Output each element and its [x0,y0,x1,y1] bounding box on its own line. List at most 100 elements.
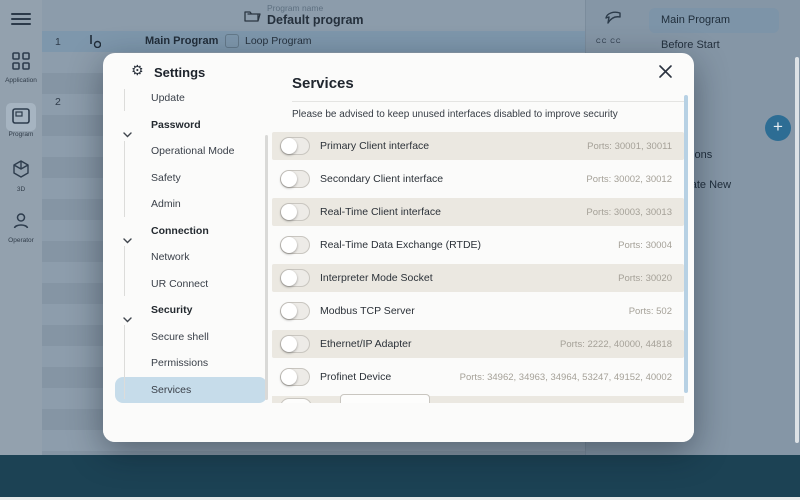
settings-nav-update[interactable]: Update [115,85,267,111]
service-name: Secondary Client interface [320,173,443,185]
nav-guide-line [124,141,125,217]
settings-nav-admin[interactable]: Admin [115,191,267,217]
cc-column-label: CC CC [596,38,622,45]
service-ports: Ports: 2222, 40000, 44818 [560,339,672,350]
services-list: Primary Client interface Ports: 30001, 30… [272,132,684,396]
settings-title: Settings [154,65,205,80]
settings-nav-network[interactable]: Network [115,244,267,270]
settings-nav-label: Network [151,244,190,270]
service-name: Real-Time Client interface [320,206,441,218]
toggle-switch[interactable] [280,368,310,386]
service-row: Interpreter Mode Socket Ports: 30020 [272,264,684,292]
nav-scrollbar[interactable] [265,135,268,400]
settings-nav-connection[interactable]: Connection [115,218,267,244]
service-name: Interpreter Mode Socket [320,272,433,284]
settings-nav-services[interactable]: Services [115,377,267,403]
services-page-title: Services [292,75,354,92]
service-row: Secondary Client interface Ports: 30002, … [272,165,684,193]
row-number: 2 [55,96,61,108]
settings-nav-password[interactable]: Password [115,112,267,138]
settings-nav-secure-shell[interactable]: Secure shell [115,324,267,350]
panel-scrollbar[interactable] [795,57,799,443]
service-ports: Ports: 34962, 34963, 34964, 53247, 49152… [460,372,672,383]
settings-nav-label: Admin [151,191,181,217]
settings-modal: ⚙ Settings UpdatePasswordOperational Mod… [103,53,694,442]
sidebar-item-label: Operator [0,237,42,244]
sidebar-item-label: Application [0,77,42,84]
settings-nav-safety[interactable]: Safety [115,165,267,191]
toggle-switch[interactable] [280,170,310,188]
service-name: Profinet Device [320,371,391,383]
sidebar-item-operator[interactable]: Operator [0,212,42,244]
pointer-icon [604,11,622,31]
service-ports: Ports: 30004 [618,240,672,251]
nav-guide-line [124,246,125,296]
settings-nav-ur-connect[interactable]: UR Connect [115,271,267,297]
settings-nav-label: Permissions [151,350,208,376]
loop-program-label: Loop Program [245,35,312,47]
program-name-label: Program name [267,3,364,13]
service-ports: Ports: 30002, 30012 [586,174,672,185]
before-start-item[interactable]: Before Start [661,39,720,51]
service-ports: Ports: 30020 [618,273,672,284]
program-row-main[interactable]: 1 Main Program Loop Program [42,31,585,52]
sidebar-item-label: 3D [0,186,42,193]
toggle-knob [281,171,297,187]
service-name: Real-Time Data Exchange (RTDE) [320,239,481,251]
settings-nav-label: Security [151,297,192,323]
service-ports: Ports: 30001, 30011 [587,141,672,152]
toggle-knob [281,138,297,154]
toggle-switch[interactable] [280,203,310,221]
toggle-switch[interactable] [280,269,310,287]
services-scrollbar[interactable] [684,95,688,393]
settings-nav-label: Password [151,112,201,138]
sidebar-item-3d[interactable]: 3D [0,160,42,193]
settings-nav-label: UR Connect [151,271,208,297]
program-title-block: Program name Default program [267,3,364,27]
toggle-switch[interactable] [280,335,310,353]
service-row: Ethernet/IP AdapterPorts: 2222, 40000, 4… [272,330,684,358]
bottom-bar: Robot State Off − Speed 100 % + [0,455,800,497]
toggle-knob [281,369,297,385]
settings-nav-permissions[interactable]: Permissions [115,350,267,376]
service-row: Modbus TCP ServerPorts: 502 [272,297,684,325]
modal-footer: Lock and Close [103,403,694,442]
program-name-value: Default program [267,13,364,27]
loop-program-checkbox[interactable] [225,34,239,48]
settings-nav-label: Services [151,377,191,403]
security-advisory-text: Please be advised to keep unused interfa… [292,109,618,120]
settings-nav-label: Connection [151,218,209,244]
service-ports: Ports: 502 [629,306,672,317]
toggle-switch[interactable] [280,302,310,320]
add-node-button[interactable]: + [765,115,791,141]
polyscope-app: Program name Default program 1 Main Prog… [0,0,800,500]
sidebar: Application Program 3D Operator [0,0,42,455]
service-row: Real-Time Data Exchange (RTDE) Ports: 300… [272,231,684,259]
settings-nav-operational-mode[interactable]: Operational Mode [115,138,267,164]
sidebar-item-application[interactable]: Application [0,52,42,84]
gear-icon: ⚙ [131,63,144,79]
grid-icon [12,52,30,75]
toggle-knob [281,270,297,286]
toggle-switch[interactable] [280,137,310,155]
toggle-switch[interactable] [280,236,310,254]
folder-open-icon [244,9,261,28]
service-name: Primary Client interface [320,140,429,152]
settings-nav-label: Safety [151,165,181,191]
toggle-knob [281,204,297,220]
row-number: 1 [55,36,61,48]
partial-service-row [272,396,684,403]
main-program-chip[interactable]: Main Program [649,8,779,33]
sidebar-item-program[interactable]: Program [0,108,42,138]
service-ports: Ports: 30003, 30013 [586,207,672,218]
toggle-knob [281,303,297,319]
nav-guide-line [124,89,125,111]
settings-nav-label: Operational Mode [151,138,234,164]
settings-nav-label: Update [151,85,185,111]
cube-icon [12,160,30,184]
person-icon [12,212,30,235]
nav-guide-line [124,325,125,399]
settings-nav-security[interactable]: Security [115,297,267,323]
close-icon[interactable] [658,64,673,79]
hamburger-menu-icon[interactable] [11,10,31,24]
